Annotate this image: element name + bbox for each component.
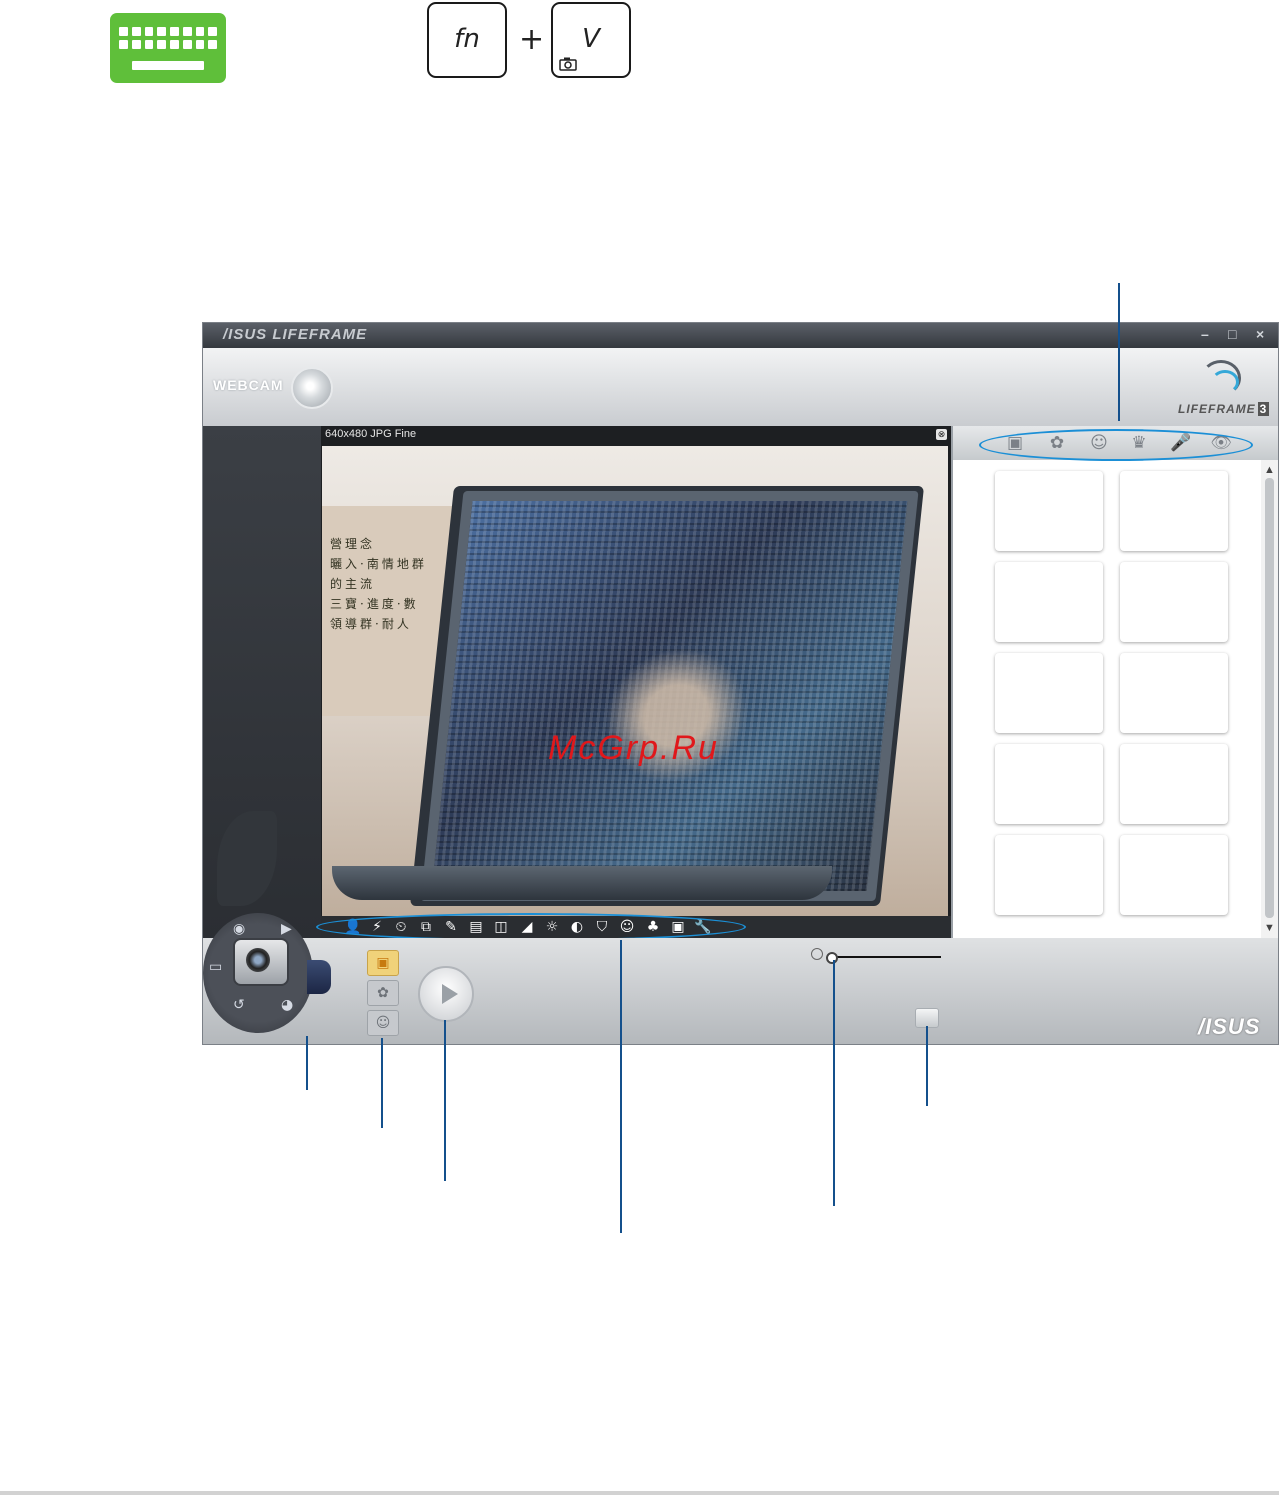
- minimize-button[interactable]: –: [1201, 326, 1209, 342]
- mode-dial[interactable]: ◉ ▶ ▭ ↺ ◕: [203, 913, 313, 1033]
- title-bar: /ISUS LIFEFRAME – □ ×: [203, 323, 1278, 348]
- dial-handle[interactable]: [307, 960, 331, 994]
- scroll-thumb[interactable]: [1265, 478, 1274, 918]
- play-icon: [442, 984, 458, 1004]
- face-mode-button[interactable]: ☺: [367, 1010, 399, 1036]
- asus-logo: /ISUS: [1198, 1014, 1261, 1039]
- v-key-label: V: [582, 24, 600, 54]
- effect-thumbnail[interactable]: [995, 744, 1103, 824]
- signage-line: 營理念: [330, 537, 376, 551]
- lifeframe-logo-version: 3: [1257, 402, 1270, 416]
- lifeframe-logo: LIFEFRAME 3: [1178, 402, 1270, 416]
- zoom-slider-handle[interactable]: [826, 952, 838, 964]
- callout-line-modes: [381, 1038, 383, 1128]
- lifeframe-logo-accent: [1211, 370, 1239, 394]
- monitor-mode-icon[interactable]: ↺: [233, 997, 245, 1013]
- header-bar: WEBCAM LIFEFRAME 3: [203, 348, 1278, 426]
- preview-area: 640x480 JPG Fine ⊗ 營理念 曬入·南情地群 的主流 三寶·進度…: [321, 426, 951, 916]
- signage-line: 的主流: [330, 577, 376, 591]
- keyboard-icon: [110, 13, 226, 83]
- lifeframe-logo-text: LIFEFRAME: [1178, 402, 1256, 416]
- decorative-leaf: [217, 811, 277, 906]
- callout-line-dial: [306, 1036, 308, 1090]
- photo-mode-button[interactable]: ▣: [367, 950, 399, 976]
- watermark: McGrp.Ru: [548, 729, 719, 767]
- mosaic-artwork: [420, 491, 919, 901]
- lifeframe-window: /ISUS LIFEFRAME – □ × WEBCAM LIFEFRAME 3 …: [202, 322, 1279, 1045]
- effect-thumbnail[interactable]: [1120, 562, 1228, 642]
- effect-thumbnail[interactable]: [995, 471, 1103, 551]
- effects-scrollbar[interactable]: ▲ ▼: [1261, 460, 1278, 938]
- view-mode-icon[interactable]: ◉: [233, 921, 245, 937]
- effect-tabs: ▣ ✿ ☺ ♛ 🎤 👁: [953, 426, 1278, 461]
- toolbar-highlight: [316, 913, 746, 941]
- scroll-up-icon[interactable]: ▲: [1261, 462, 1278, 478]
- signage-line: 三寶·進度·數: [330, 597, 419, 611]
- effect-thumbnail[interactable]: [1120, 653, 1228, 733]
- effect-thumbnail[interactable]: [995, 562, 1103, 642]
- plus-sign: +: [519, 22, 545, 57]
- maximize-button[interactable]: □: [1228, 326, 1236, 342]
- zoom-icon: [811, 948, 823, 960]
- effect-thumbnail[interactable]: [1120, 835, 1228, 915]
- signage-line: 領導群·耐人: [330, 617, 412, 631]
- artwork-base: [332, 866, 832, 900]
- resolution-info: 640x480 JPG Fine: [325, 428, 417, 440]
- effect-thumbnail[interactable]: [995, 835, 1103, 915]
- webcam-lens-icon: [291, 367, 333, 409]
- left-panel: [203, 426, 321, 938]
- callout-line-gallery: [926, 1026, 928, 1106]
- close-button[interactable]: ×: [1256, 326, 1264, 342]
- fn-key: fn: [427, 2, 507, 78]
- wall-signage: 營理念 曬入·南情地群 的主流 三寶·進度·數 領導群·耐人: [330, 534, 450, 634]
- tabs-highlight: [979, 429, 1253, 461]
- callout-line-zoom: [833, 960, 835, 1206]
- voice-mode-icon[interactable]: ◕: [281, 997, 293, 1013]
- effects-panel: ▣ ✿ ☺ ♛ 🎤 👁 ▲ ▼: [951, 426, 1278, 938]
- effect-thumbnail[interactable]: [1120, 744, 1228, 824]
- webcam-preview: 營理念 曬入·南情地群 的主流 三寶·進度·數 領導群·耐人 McGrp.Ru: [322, 446, 948, 916]
- page-rule: [0, 1491, 1279, 1495]
- effect-thumbnail[interactable]: [1120, 471, 1228, 551]
- callout-line-effects: [1118, 283, 1120, 421]
- v-key: V: [551, 2, 631, 78]
- mode-label: WEBCAM: [213, 377, 284, 393]
- app-title: /ISUS LIFEFRAME: [223, 326, 368, 343]
- callout-line-toolbar: [620, 940, 622, 1233]
- effect-thumbnail[interactable]: [995, 653, 1103, 733]
- camera-lens-icon: [246, 948, 270, 972]
- signage-line: 曬入·南情地群: [330, 557, 427, 571]
- zoom-slider[interactable]: [829, 956, 941, 958]
- effects-mode-button[interactable]: ✿: [367, 980, 399, 1006]
- fn-key-label: fn: [454, 24, 480, 54]
- playback-mode-icon[interactable]: ▶: [281, 921, 292, 937]
- preview-close-icon[interactable]: ⊗: [936, 429, 947, 440]
- camera-icon: [559, 57, 577, 71]
- bottom-bar: ◉ ▶ ▭ ↺ ◕ ▣ ✿ ☺ /ISUS: [203, 913, 1278, 1044]
- scroll-down-icon[interactable]: ▼: [1261, 920, 1278, 936]
- video-mode-icon[interactable]: ▭: [209, 959, 222, 975]
- capture-button[interactable]: [418, 966, 474, 1022]
- callout-line-capture: [444, 1020, 446, 1181]
- gallery-button[interactable]: [915, 1008, 939, 1028]
